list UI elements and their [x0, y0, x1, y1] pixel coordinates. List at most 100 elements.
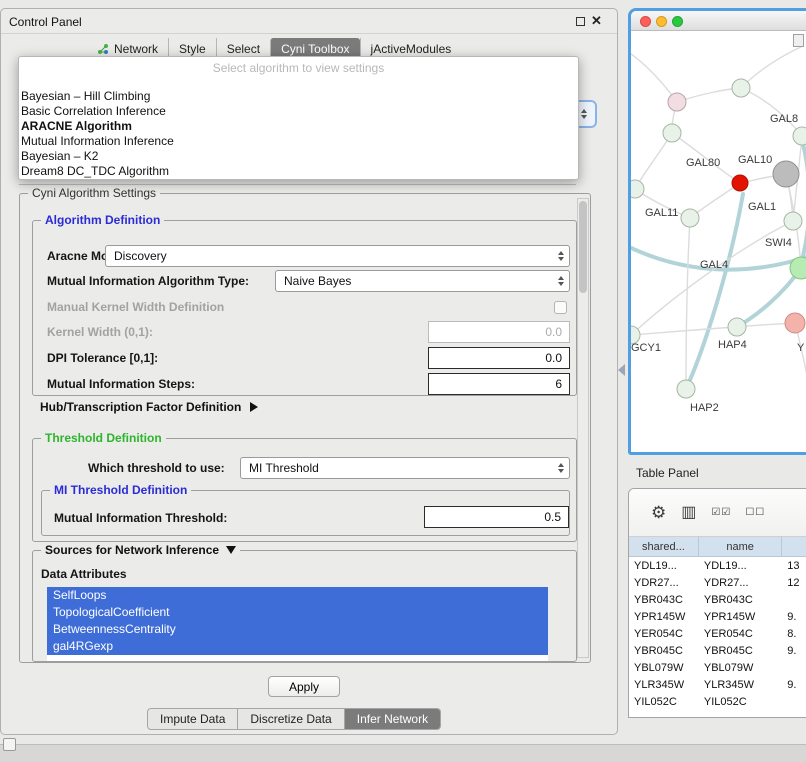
bottom-status-bar [0, 744, 806, 762]
network-edge[interactable] [741, 88, 802, 136]
algorithm-option[interactable]: ARACNE Algorithm [21, 119, 576, 134]
table-row[interactable]: YBL079WYBL079W [629, 659, 806, 676]
attribute-list-item[interactable]: SelfLoops [47, 587, 548, 604]
bottom-tab-impute-data[interactable]: Impute Data [148, 709, 237, 729]
table-row[interactable]: YLR345WYLR345W9. [629, 676, 806, 693]
network-edge[interactable] [677, 88, 741, 102]
algorithm-option[interactable]: Basic Correlation Inference [21, 104, 576, 119]
settings-scrollbar-thumb[interactable] [579, 201, 587, 293]
attribute-list-item[interactable]: gal4RGexp [47, 638, 548, 655]
collapsed-panel-icon[interactable] [3, 738, 16, 751]
algorithm-option[interactable]: Bayesian – Hill Climbing [21, 89, 576, 104]
network-node[interactable] [681, 209, 699, 227]
network-node[interactable] [784, 212, 802, 230]
network-edge[interactable] [631, 54, 677, 102]
manual-kernel-width-checkbox[interactable] [554, 301, 567, 314]
algorithm-option[interactable]: Bayesian – K2 [21, 149, 576, 164]
network-node[interactable] [773, 161, 799, 187]
tab-label: Cyni Toolbox [281, 42, 349, 56]
table-cell: YLR345W [699, 679, 782, 691]
column-header[interactable] [782, 537, 806, 556]
table-row[interactable]: YIL052CYIL052C [629, 693, 806, 710]
hub-tf-definition-disclosure[interactable]: Hub/Transcription Factor Definition [40, 400, 258, 414]
mi-steps-field[interactable]: 6 [428, 373, 570, 395]
table-row[interactable]: YBR043CYBR043C [629, 591, 806, 608]
network-edge[interactable] [635, 133, 672, 189]
table-row[interactable]: YPR145WYPR145W9. [629, 608, 806, 625]
mi-threshold-field[interactable]: 0.5 [424, 506, 569, 528]
disclosure-collapsed-icon[interactable] [250, 402, 258, 412]
attribute-list-item[interactable]: BetweennessCentrality [47, 621, 548, 638]
algorithm-option[interactable]: Dream8 DC_TDC Algorithm [21, 164, 576, 179]
float-window-icon[interactable] [576, 17, 585, 26]
table-row[interactable]: YER054CYER054C8. [629, 625, 806, 642]
bottom-tab-infer-network[interactable]: Infer Network [344, 709, 440, 729]
close-traffic-light[interactable] [640, 16, 651, 27]
table-row[interactable]: YBR045CYBR045C9. [629, 642, 806, 659]
network-node[interactable] [631, 180, 644, 198]
table-row[interactable]: YDL19...YDL19...13 [629, 557, 806, 574]
settings-group-title: Cyni Algorithm Settings [28, 186, 160, 200]
algorithm-option[interactable]: Mutual Information Inference [21, 134, 576, 149]
table-settings-gear-icon[interactable]: ⚙ [651, 504, 667, 521]
aracne-mode-value: Discovery [114, 249, 167, 263]
select-all-columns-icon[interactable]: ☑☑ [711, 508, 731, 518]
aracne-mode-select[interactable]: Discovery [105, 245, 570, 267]
unselect-all-columns-icon[interactable]: ☐☐ [745, 508, 765, 518]
network-node[interactable] [668, 93, 686, 111]
network-edge[interactable] [741, 46, 803, 88]
network-edge[interactable] [795, 323, 806, 416]
dropdown-item-list: Bayesian – Hill ClimbingBasic Correlatio… [21, 89, 576, 179]
data-attributes-list[interactable]: SelfLoopsTopologicalCoefficientBetweenne… [47, 587, 548, 661]
close-window-icon[interactable]: ✕ [591, 13, 602, 29]
data-attributes-label: Data Attributes [41, 567, 127, 581]
node-label: GAL4 [700, 259, 728, 271]
network-canvas[interactable]: GAL8GAL80GAL10GAL11GAL1SWI4GAL4GCY1HAP4H… [631, 32, 806, 452]
network-edge[interactable] [801, 140, 806, 264]
network-node[interactable] [663, 124, 681, 142]
network-graph[interactable]: GAL8GAL80GAL10GAL11GAL1SWI4GAL4GCY1HAP4H… [631, 32, 806, 455]
column-header[interactable]: name [699, 537, 782, 556]
network-node[interactable] [728, 318, 746, 336]
apply-button[interactable]: Apply [268, 676, 340, 697]
mi-algorithm-type-select[interactable]: Naive Bayes [275, 270, 570, 292]
network-window-titlebar[interactable] [631, 11, 806, 31]
attribute-list-item[interactable]: TopologicalCoefficient [47, 604, 548, 621]
network-node[interactable] [793, 127, 806, 145]
table-row[interactable]: YDR27...YDR27...12 [629, 574, 806, 591]
table-cell: 9. [782, 611, 806, 623]
network-view-window[interactable]: GAL8GAL80GAL10GAL11GAL1SWI4GAL4GCY1HAP4H… [628, 8, 806, 455]
panel-splitter-handle[interactable] [618, 364, 625, 376]
network-node[interactable] [677, 380, 695, 398]
window-title: Control Panel [9, 15, 82, 29]
column-visibility-icon[interactable]: ▥ [681, 505, 697, 521]
network-edge[interactable] [631, 327, 737, 335]
node-label: HAP2 [690, 402, 719, 414]
node-label: Y [797, 342, 805, 354]
sources-title: Sources for Network Inference [45, 543, 219, 557]
dpi-tolerance-field[interactable]: 0.0 [428, 347, 570, 369]
hub-tf-definition-label: Hub/Transcription Factor Definition [40, 400, 241, 414]
bottom-tab-discretize-data[interactable]: Discretize Data [237, 709, 343, 729]
dpi-tolerance-value: 0.0 [545, 351, 562, 365]
combo-arrows-icon [558, 271, 564, 291]
kernel-width-field[interactable]: 0.0 [428, 321, 570, 343]
network-icon [97, 43, 109, 55]
mi-threshold-definition-title: MI Threshold Definition [50, 483, 191, 497]
which-threshold-select[interactable]: MI Threshold [240, 457, 570, 479]
network-node[interactable] [732, 79, 750, 97]
minimize-traffic-light[interactable] [656, 16, 667, 27]
node-label: GCY1 [631, 342, 661, 354]
kernel-width-value: 0.0 [545, 325, 562, 339]
canvas-scroll-corner[interactable] [793, 34, 804, 47]
disclosure-expanded-icon[interactable] [226, 546, 236, 554]
table-panel-title: Table Panel [636, 466, 699, 480]
network-node[interactable] [732, 175, 748, 191]
node-label: GAL10 [738, 154, 772, 166]
column-header[interactable]: shared... [629, 537, 699, 556]
settings-scrollbar-track[interactable] [577, 198, 589, 658]
network-edge[interactable] [686, 218, 690, 389]
sources-disclosure[interactable]: Sources for Network Inference [41, 543, 240, 557]
network-node[interactable] [785, 313, 805, 333]
zoom-traffic-light[interactable] [672, 16, 683, 27]
